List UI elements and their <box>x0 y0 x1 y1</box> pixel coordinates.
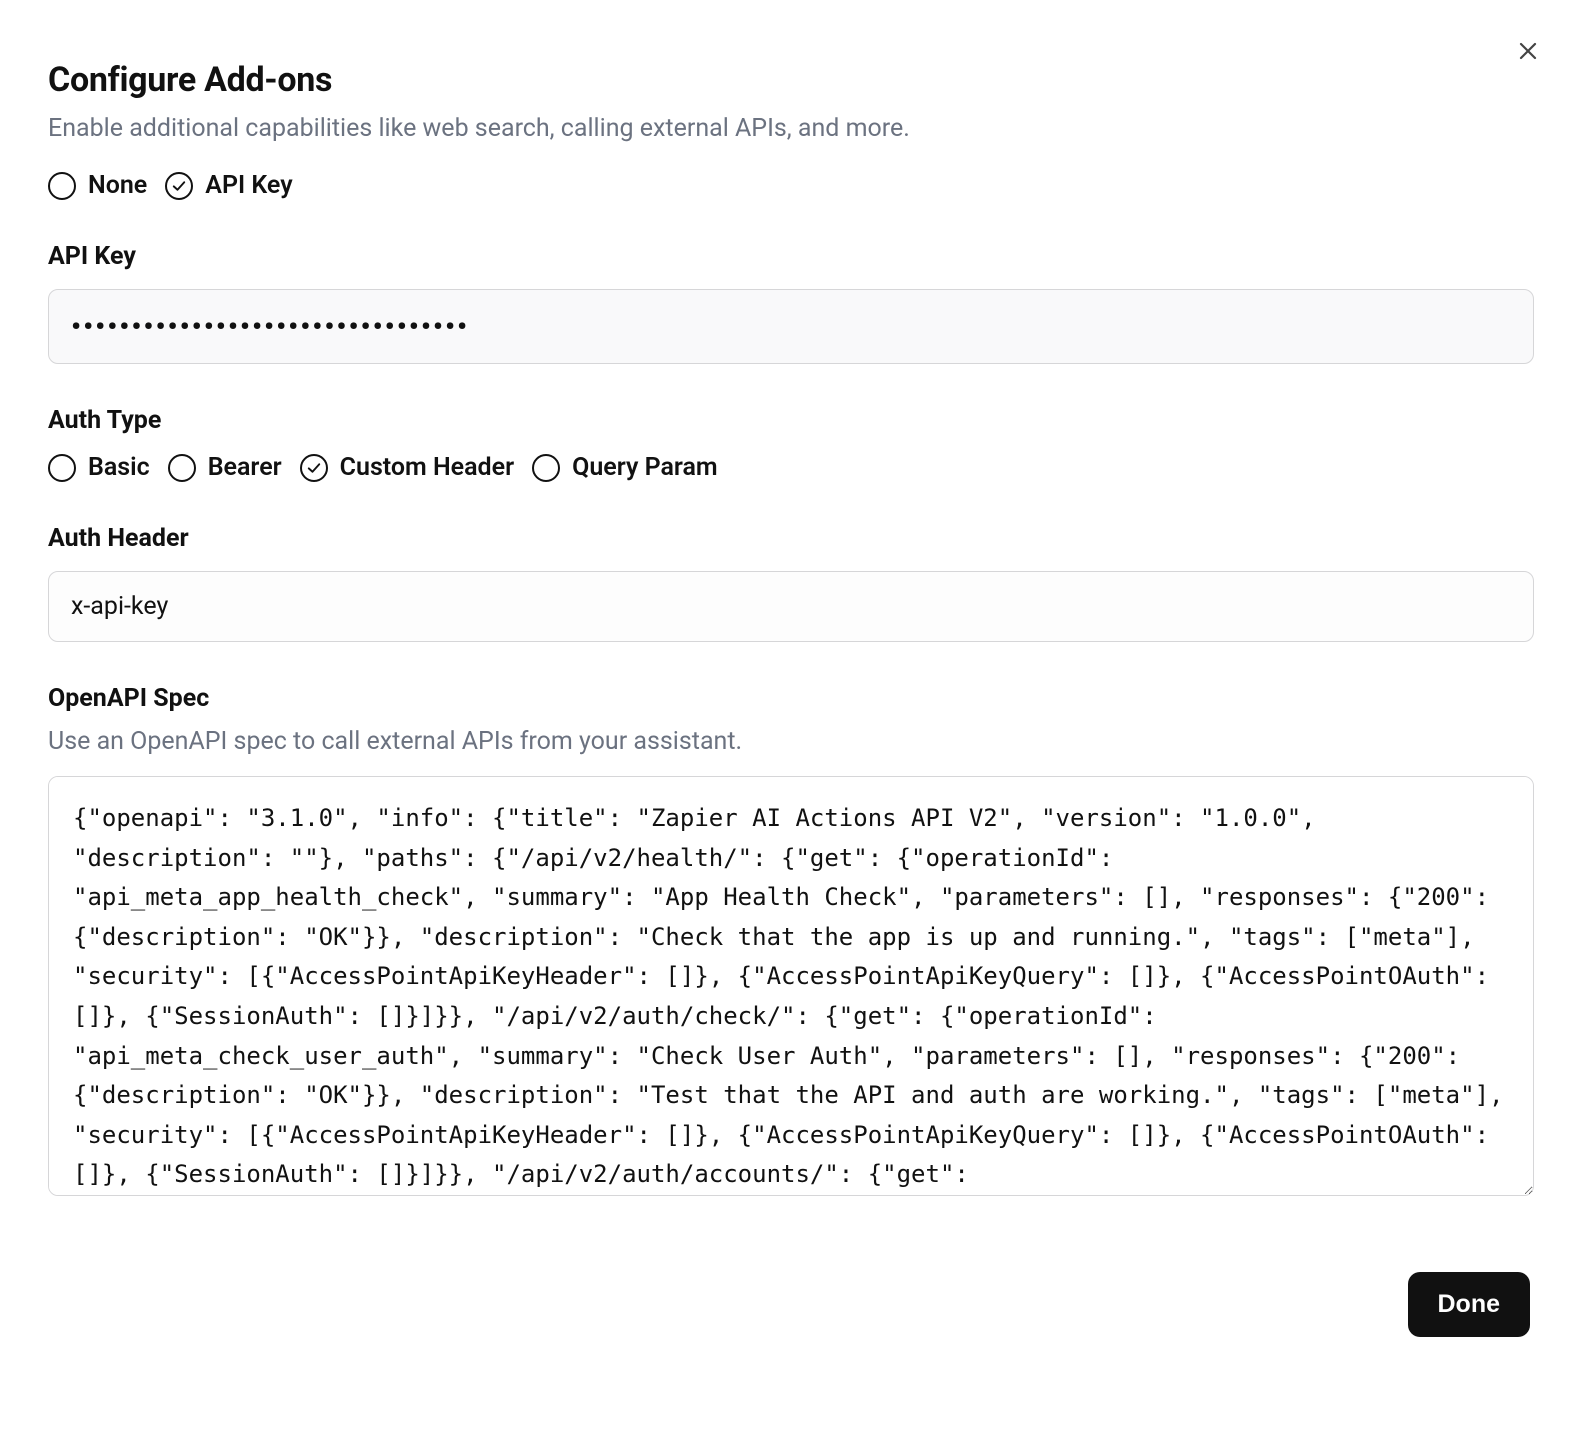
auth-type-option-bearer[interactable]: Bearer <box>168 453 282 482</box>
auth-mode-option-none[interactable]: None <box>48 171 147 200</box>
auth-type-option-basic[interactable]: Basic <box>48 453 150 482</box>
radio-icon <box>48 454 76 482</box>
radio-label: Bearer <box>208 453 282 482</box>
openapi-spec-label: OpenAPI Spec <box>48 684 1534 713</box>
radio-label: Query Param <box>572 453 718 482</box>
close-icon <box>1516 39 1540 66</box>
radio-label: None <box>88 171 147 200</box>
auth-type-label: Auth Type <box>48 406 1534 435</box>
done-button[interactable]: Done <box>1408 1272 1531 1337</box>
radio-icon <box>168 454 196 482</box>
modal-footer: Done <box>48 1272 1534 1337</box>
auth-header-label: Auth Header <box>48 524 1534 553</box>
auth-type-option-custom-header[interactable]: Custom Header <box>300 453 514 482</box>
openapi-spec-helper: Use an OpenAPI spec to call external API… <box>48 727 1534 756</box>
close-button[interactable] <box>1510 34 1546 70</box>
api-key-label: API Key <box>48 242 1534 271</box>
openapi-spec-textarea[interactable] <box>48 776 1534 1196</box>
radio-icon <box>48 172 76 200</box>
modal-subtitle: Enable additional capabilities like web … <box>48 114 1534 143</box>
radio-label: API Key <box>205 171 292 200</box>
api-key-input[interactable] <box>48 289 1534 364</box>
radio-icon <box>165 172 193 200</box>
radio-icon <box>532 454 560 482</box>
modal-title: Configure Add-ons <box>48 60 1534 100</box>
auth-type-option-query-param[interactable]: Query Param <box>532 453 718 482</box>
radio-icon <box>300 454 328 482</box>
auth-mode-option-api-key[interactable]: API Key <box>165 171 292 200</box>
radio-label: Custom Header <box>340 453 514 482</box>
configure-addons-modal: Configure Add-ons Enable additional capa… <box>0 0 1582 1373</box>
radio-label: Basic <box>88 453 150 482</box>
auth-mode-radio-group: None API Key <box>48 171 1534 200</box>
auth-type-radio-group: Basic Bearer Custom Header Query Param <box>48 453 1534 482</box>
auth-header-input[interactable] <box>48 571 1534 642</box>
